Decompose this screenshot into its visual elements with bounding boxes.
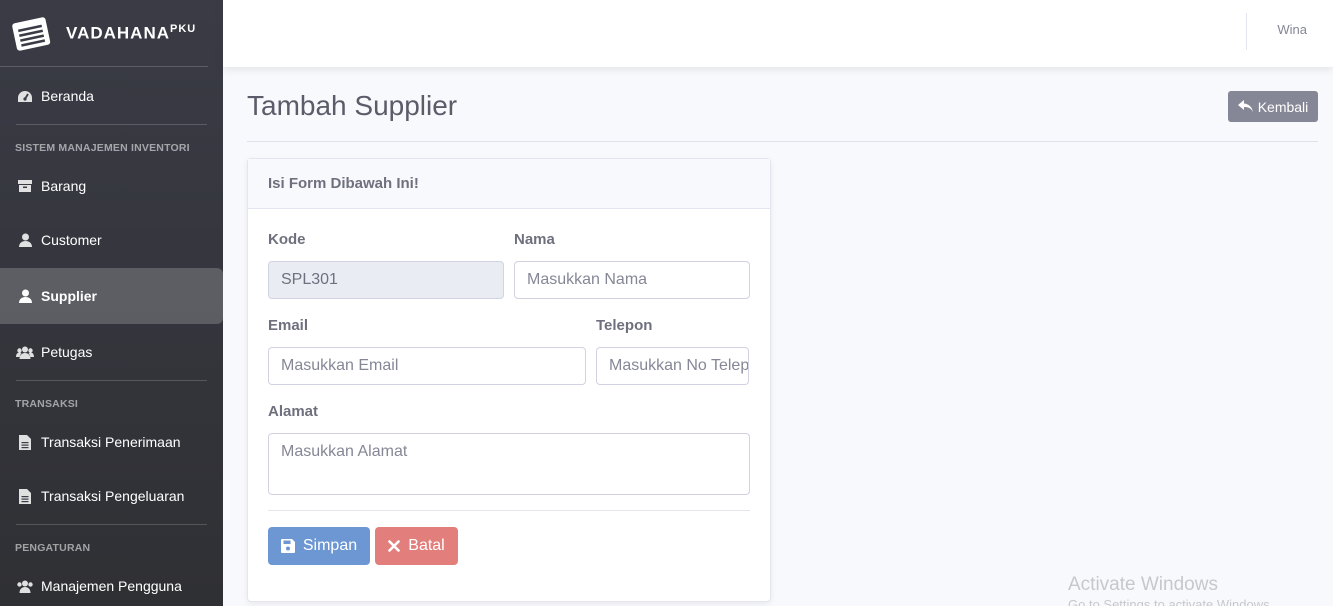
email-input[interactable]: Masukkan Email (268, 347, 586, 385)
back-button[interactable]: Kembali (1228, 91, 1318, 122)
user-icon (16, 232, 34, 248)
alamat-label: Alamat (268, 403, 319, 420)
brand-logo-icon (12, 17, 51, 51)
title-divider (247, 141, 1318, 142)
topbar: Wina (223, 0, 1333, 67)
back-button-label: Kembali (1257, 98, 1309, 115)
save-button-label: Simpan (302, 537, 358, 554)
section-heading-transaction: TRANSAKSI (15, 398, 79, 410)
nama-input[interactable]: Masukkan Nama (514, 261, 750, 299)
sidebar-item-transaksi-penerimaan[interactable]: Transaksi Penerimaan (0, 416, 223, 468)
sidebar-item-customer[interactable]: Customer (0, 212, 223, 268)
sidebar-item-label: Petugas (41, 344, 93, 360)
sidebar-item-label: Manajemen Pengguna (41, 578, 182, 594)
sidebar: VADAHANAPKU Beranda SISTEM MANAJEMEN INV… (0, 0, 223, 606)
dashboard-icon (16, 88, 34, 104)
card-header: Isi Form Dibawah Ini! (248, 159, 770, 209)
supplier-form-card: Isi Form Dibawah Ini! Kode SPL301 Nama M… (247, 158, 771, 602)
sidebar-item-manajemen-pengguna[interactable]: Manajemen Pengguna (0, 560, 223, 606)
activate-windows-subtext: Go to Settings to activate Windows. (1068, 597, 1274, 606)
kode-field: SPL301 (268, 261, 504, 299)
activate-windows-watermark: Activate Windows (1068, 574, 1218, 595)
topbar-divider (1246, 13, 1247, 50)
cancel-button-label: Batal (408, 537, 445, 554)
page-title: Tambah Supplier (247, 90, 458, 121)
sidebar-item-label: Transaksi Penerimaan (41, 434, 181, 450)
telepon-label: Telepon (596, 317, 653, 334)
form-divider (268, 510, 750, 511)
user-icon (16, 288, 34, 304)
file-icon (16, 434, 34, 450)
reply-icon (1237, 100, 1253, 112)
kode-label: Kode (268, 231, 306, 248)
sidebar-item-transaksi-pengeluaran[interactable]: Transaksi Pengeluaran (0, 468, 223, 524)
save-icon (280, 539, 295, 553)
sidebar-item-label: Barang (41, 178, 87, 194)
sidebar-item-label: Customer (41, 232, 102, 248)
nama-label: Nama (514, 231, 555, 248)
sidebar-item-supplier[interactable]: Supplier (0, 268, 223, 324)
file-icon (16, 488, 34, 504)
sidebar-item-petugas[interactable]: Petugas (0, 324, 223, 380)
cancel-button[interactable]: Batal (375, 527, 458, 565)
users-icon (16, 344, 34, 360)
sidebar-item-barang[interactable]: Barang (0, 160, 223, 212)
sidebar-item-label: Beranda (41, 88, 94, 104)
users-icon (16, 578, 34, 594)
sidebar-item-label: Transaksi Pengeluaran (41, 488, 185, 504)
box-icon (16, 178, 34, 194)
sidebar-item-beranda[interactable]: Beranda (0, 68, 223, 124)
brand[interactable]: VADAHANAPKU (0, 0, 208, 67)
telepon-input[interactable]: Masukkan No Telepon (596, 347, 749, 385)
close-icon (388, 540, 401, 552)
save-button[interactable]: Simpan (268, 527, 370, 565)
email-label: Email (268, 317, 309, 334)
section-heading-settings: PENGATURAN (15, 542, 91, 554)
section-heading-inventory: SISTEM MANAJEMEN INVENTORI (15, 142, 190, 154)
user-menu[interactable]: Wina (1277, 22, 1307, 37)
alamat-textarea[interactable]: Masukkan Alamat (268, 433, 750, 495)
brand-name: VADAHANAPKU (66, 22, 197, 43)
sidebar-item-label: Supplier (41, 288, 98, 304)
